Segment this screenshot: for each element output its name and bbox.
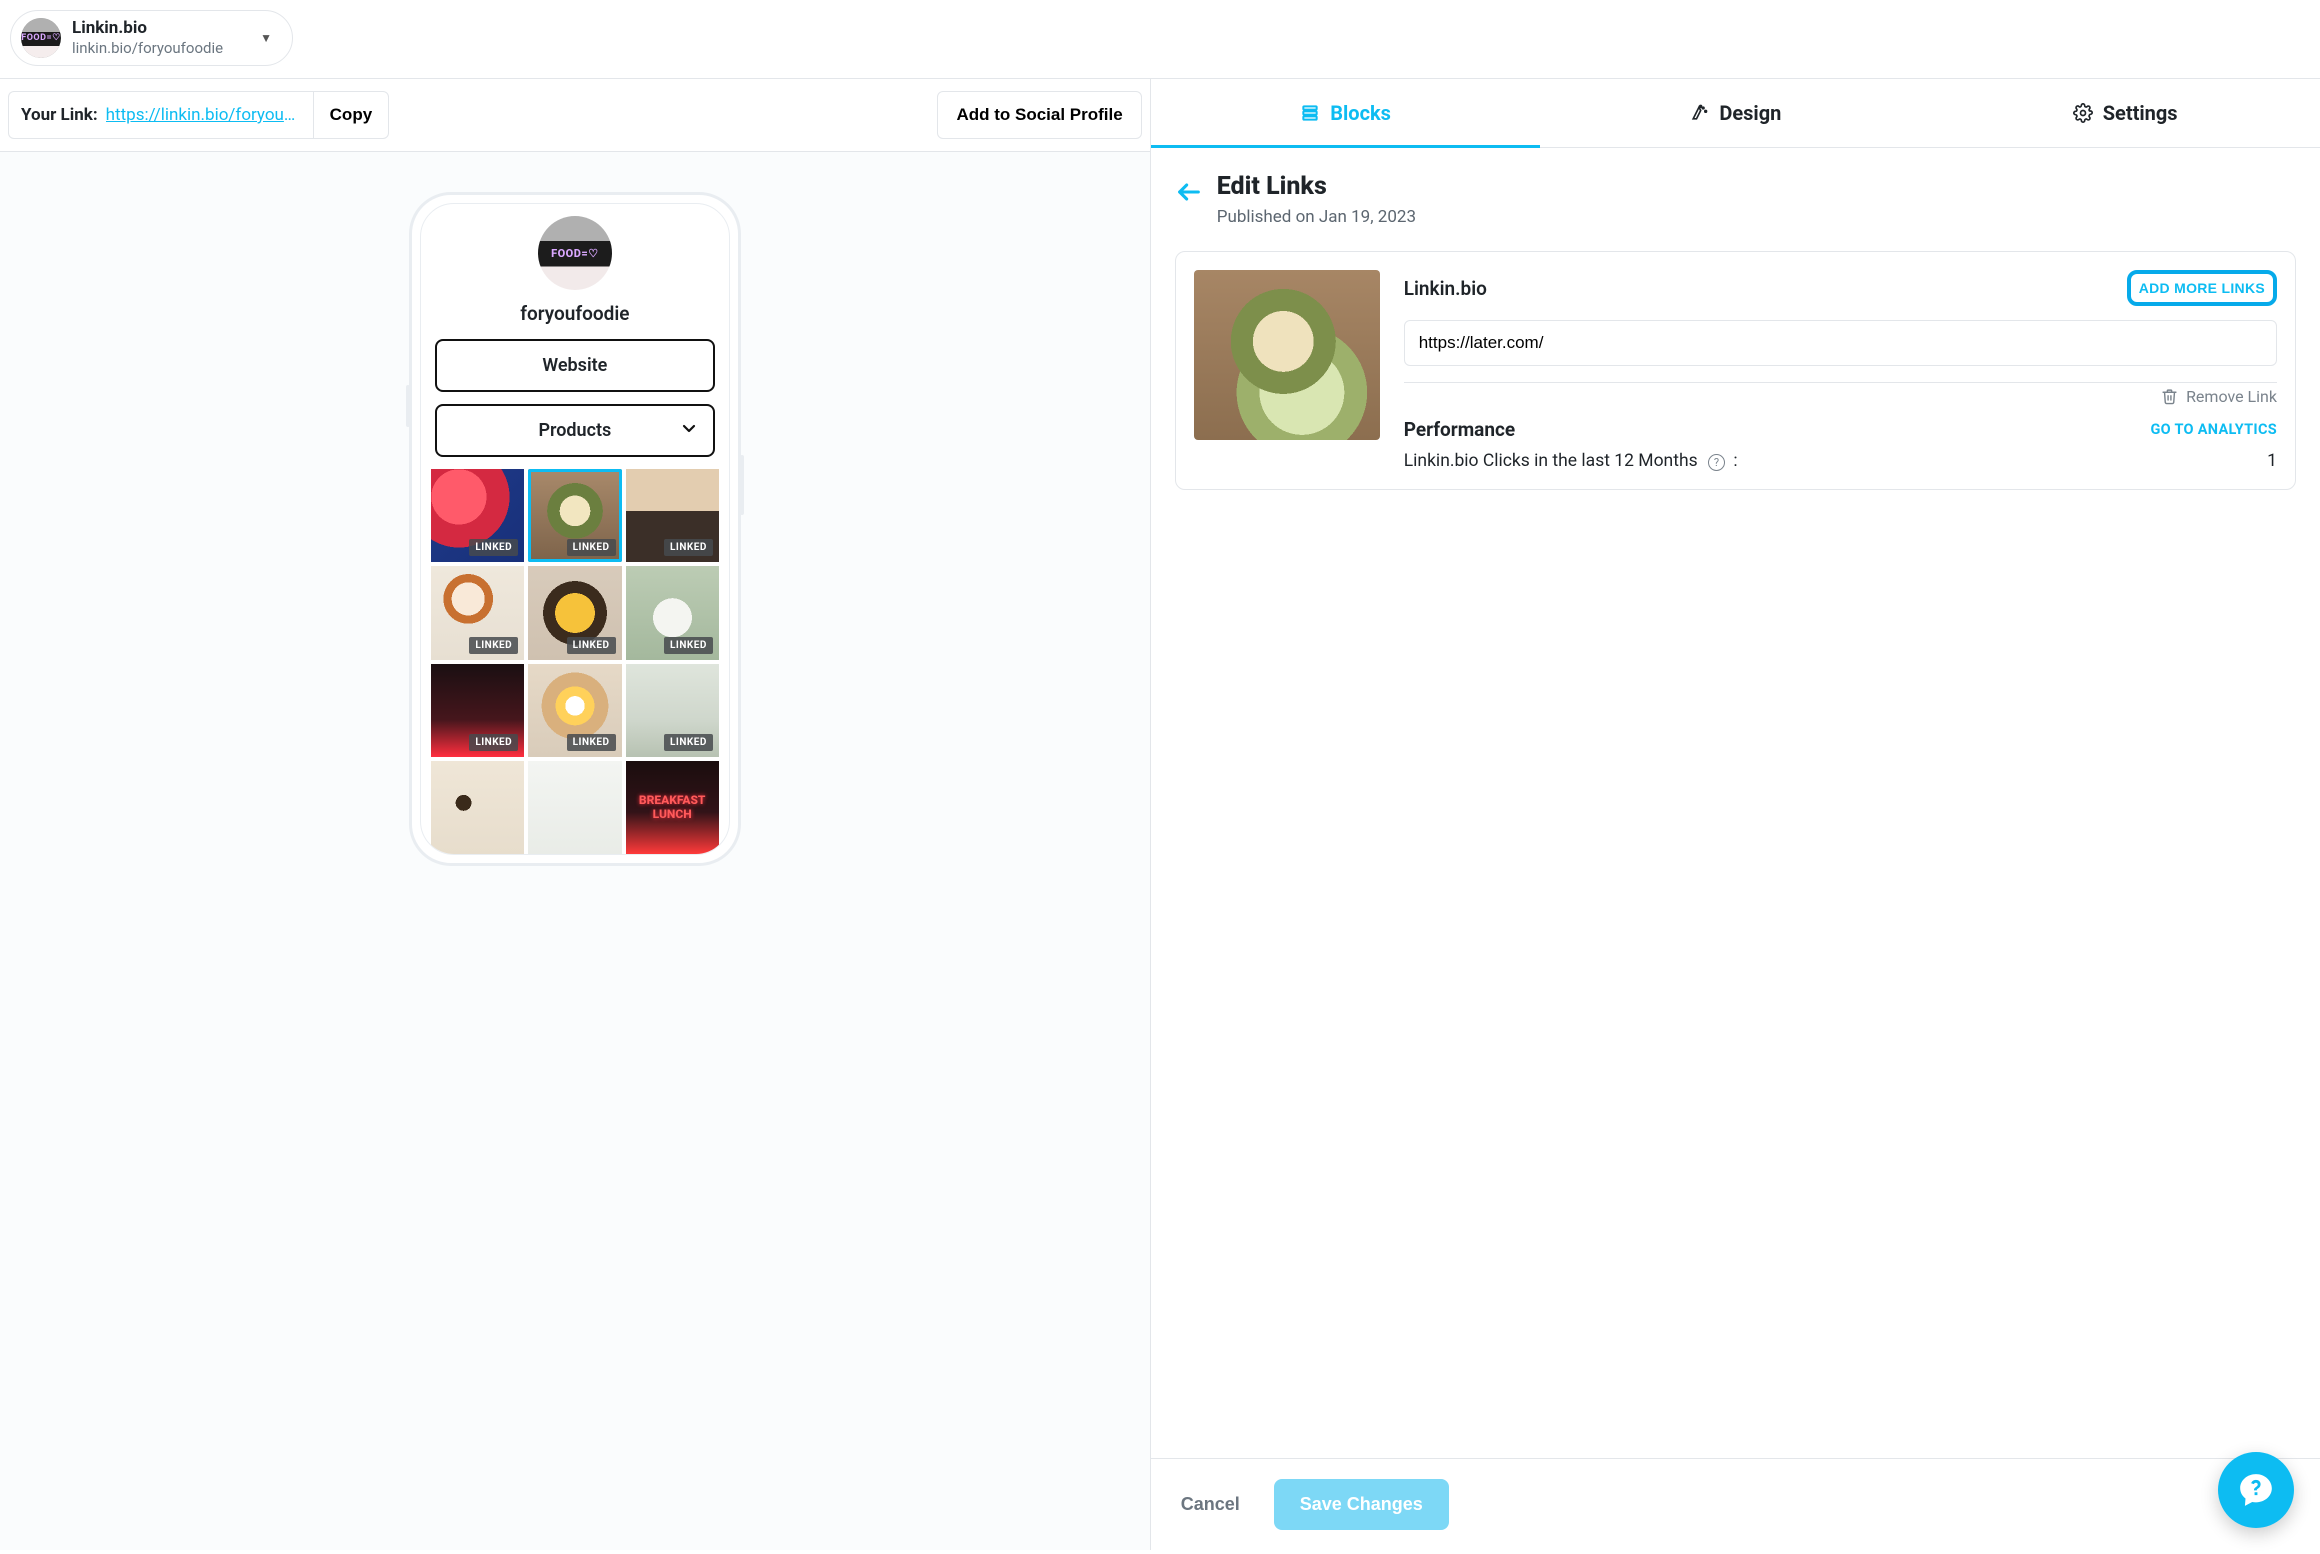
- grid-item[interactable]: LINKED: [431, 664, 524, 757]
- linked-tag: LINKED: [469, 539, 518, 556]
- grid-item[interactable]: LINKED: [528, 566, 621, 659]
- linked-tag: LINKED: [567, 734, 616, 751]
- preview-products-label: Products: [538, 420, 611, 441]
- linked-tag: LINKED: [469, 734, 518, 751]
- linked-tag: LINKED: [664, 637, 713, 654]
- chevron-down-icon: ▼: [260, 31, 272, 45]
- grid-item[interactable]: LINKED: [431, 566, 524, 659]
- chat-help-icon: [2237, 1471, 2275, 1509]
- add-more-links-button[interactable]: ADD MORE LINKS: [2127, 270, 2277, 306]
- account-selector[interactable]: FOOD=♡ Linkin.bio linkin.bio/foryoufoodi…: [10, 10, 293, 66]
- help-icon[interactable]: ?: [1708, 454, 1725, 471]
- avatar-text: FOOD=♡: [21, 18, 61, 58]
- tab-blocks-label: Blocks: [1330, 101, 1391, 125]
- your-link-url[interactable]: https://linkin.bio/foryoufoo...: [106, 105, 301, 125]
- grid-item[interactable]: LINKED: [626, 566, 719, 659]
- account-title: Linkin.bio: [72, 18, 223, 39]
- performance-label: Performance: [1404, 418, 1515, 441]
- grid-item[interactable]: LINKED: [528, 664, 621, 757]
- tab-blocks[interactable]: Blocks: [1151, 79, 1541, 147]
- trash-icon: [2161, 388, 2178, 405]
- tab-settings-label: Settings: [2103, 101, 2178, 125]
- grid-item[interactable]: LINKED: [626, 469, 719, 562]
- grid-item[interactable]: LINKED: [626, 664, 719, 757]
- clicks-label: Linkin.bio Clicks in the last 12 Months: [1404, 451, 1698, 471]
- help-fab[interactable]: [2218, 1452, 2294, 1528]
- chevron-down-icon: [679, 418, 699, 443]
- neon-sign: BREAKFAST LUNCH: [626, 761, 719, 854]
- grid-item[interactable]: [528, 761, 621, 854]
- cancel-button[interactable]: Cancel: [1175, 1493, 1246, 1516]
- clicks-value: 1: [2267, 451, 2277, 471]
- design-icon: [1689, 103, 1709, 123]
- preview-username: foryoufoodie: [429, 302, 721, 325]
- grid-item[interactable]: LINKED: [431, 469, 524, 562]
- tab-design-label: Design: [1719, 101, 1781, 125]
- linked-tag: LINKED: [567, 637, 616, 654]
- tab-settings[interactable]: Settings: [1930, 79, 2320, 147]
- preview-avatar: FOOD=♡: [538, 216, 612, 290]
- your-link-box: Your Link: https://linkin.bio/foryoufoo.…: [8, 91, 313, 139]
- tab-design[interactable]: Design: [1540, 79, 1930, 147]
- grid-item-selected[interactable]: LINKED: [528, 469, 621, 562]
- preview-website-button[interactable]: Website: [435, 339, 715, 392]
- preview-products-button[interactable]: Products: [435, 404, 715, 457]
- account-subtitle: linkin.bio/foryoufoodie: [72, 39, 223, 58]
- add-to-social-profile-button[interactable]: Add to Social Profile: [937, 91, 1141, 139]
- clicks-label-wrap: Linkin.bio Clicks in the last 12 Months …: [1404, 451, 1738, 471]
- linked-tag: LINKED: [664, 734, 713, 751]
- preview-image-grid: LINKED LINKED LINKED LINKED LINKED LINKE…: [429, 469, 721, 854]
- copy-button[interactable]: Copy: [313, 91, 390, 139]
- your-link-label: Your Link:: [21, 105, 98, 125]
- linked-tag: LINKED: [664, 539, 713, 556]
- account-avatar: FOOD=♡: [21, 18, 61, 58]
- gear-icon: [2073, 103, 2093, 123]
- link-url-input[interactable]: [1404, 320, 2277, 366]
- clicks-suffix: :: [1733, 451, 1737, 471]
- linked-tag: LINKED: [469, 637, 518, 654]
- page-title: Edit Links: [1217, 172, 1416, 201]
- link-card: Linkin.bio ADD MORE LINKS Remove Link Pe…: [1175, 251, 2296, 490]
- grid-item[interactable]: [431, 761, 524, 854]
- grid-item[interactable]: BREAKFAST LUNCH: [626, 761, 719, 854]
- link-thumbnail: [1194, 270, 1380, 440]
- save-changes-button[interactable]: Save Changes: [1274, 1479, 1449, 1530]
- go-to-analytics-link[interactable]: GO TO ANALYTICS: [2150, 421, 2277, 438]
- remove-link-button[interactable]: Remove Link: [1404, 387, 2277, 406]
- divider: [1404, 382, 2277, 383]
- blocks-icon: [1300, 103, 1320, 123]
- phone-preview: FOOD=♡ foryoufoodie Website Products LIN…: [409, 192, 741, 866]
- remove-link-label: Remove Link: [2186, 387, 2277, 406]
- back-arrow-icon[interactable]: [1175, 172, 1203, 211]
- page-subtitle: Published on Jan 19, 2023: [1217, 207, 1416, 227]
- linked-tag: LINKED: [567, 539, 616, 556]
- link-source-label: Linkin.bio: [1404, 277, 1487, 300]
